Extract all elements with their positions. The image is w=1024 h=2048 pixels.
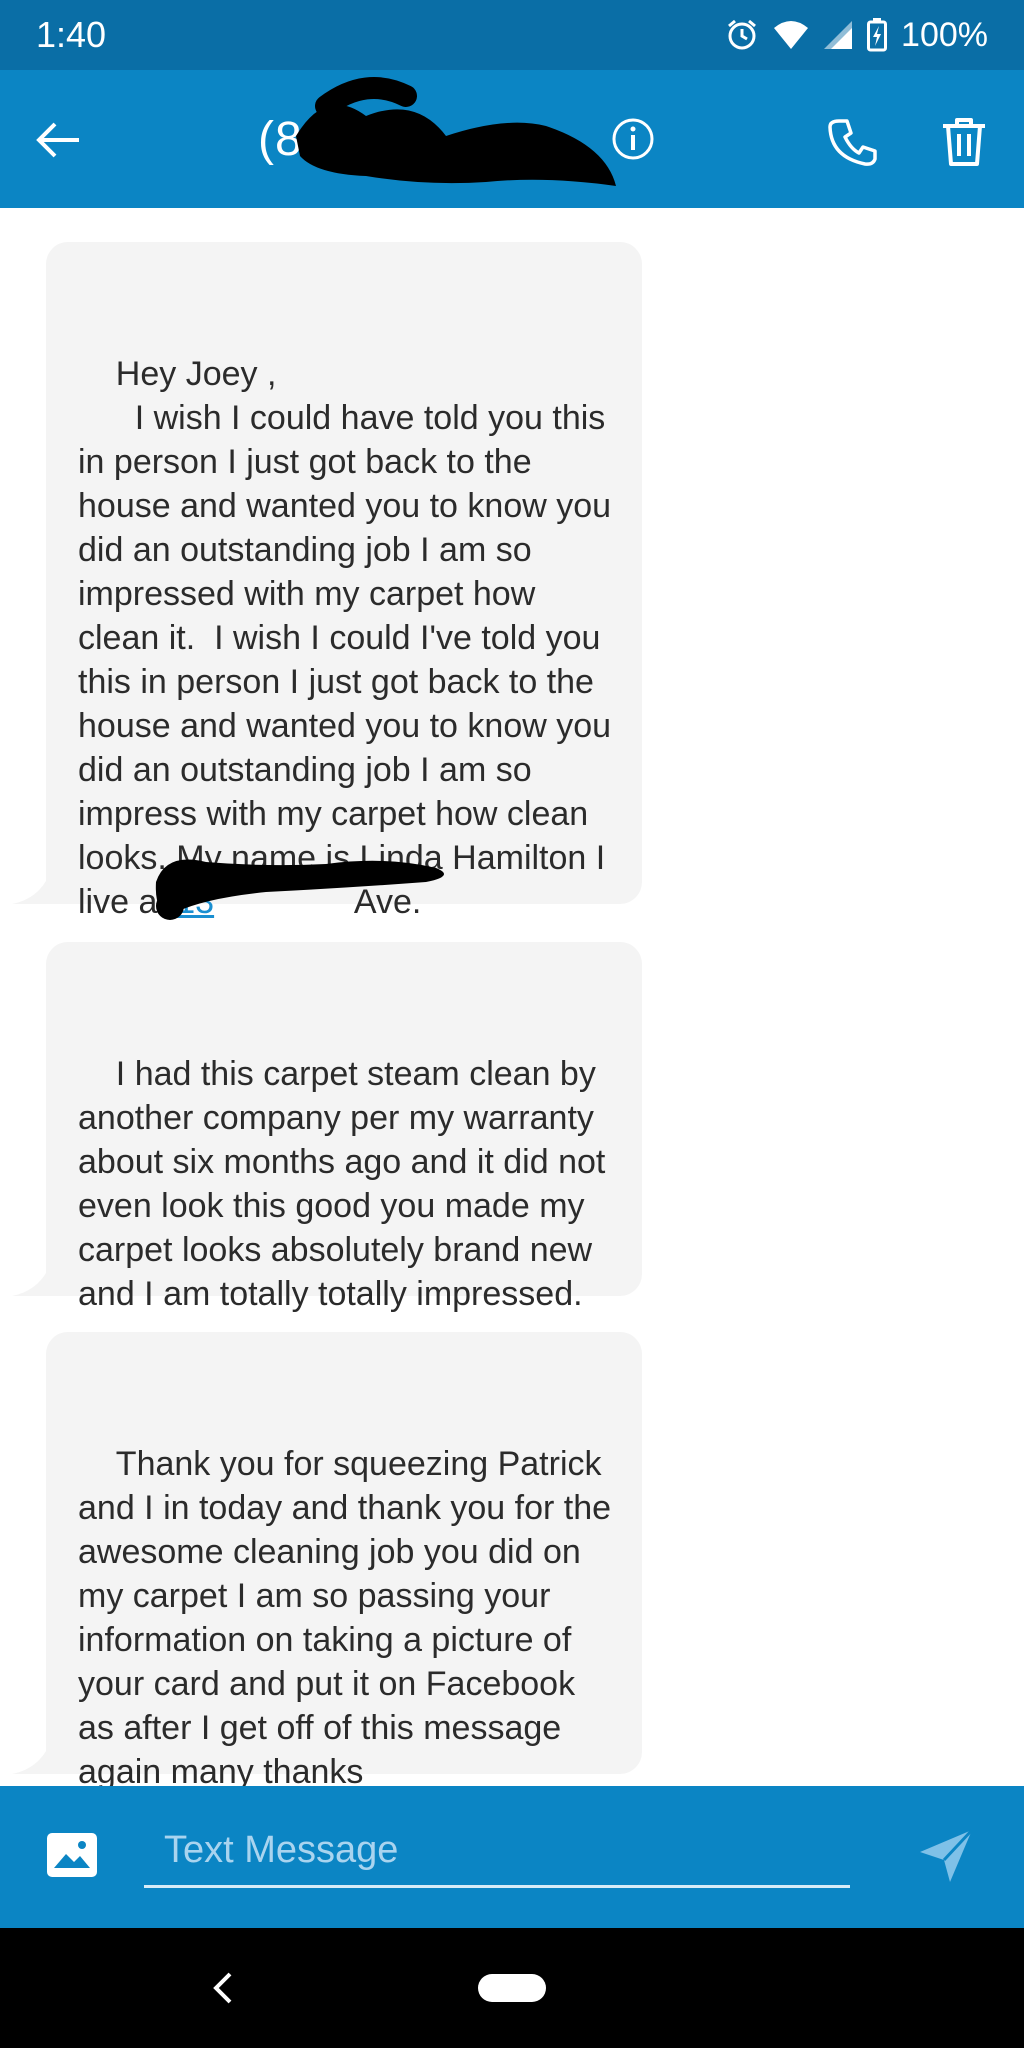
system-nav-bar [0,1928,1024,2048]
wifi-icon [773,20,809,50]
battery-percent: 100% [901,15,988,54]
signal-icon [823,20,853,50]
nav-home-pill[interactable] [478,1974,546,2002]
call-button[interactable] [820,110,884,174]
back-button[interactable] [28,110,88,170]
send-icon[interactable] [918,1828,974,1884]
bubble-tail [12,1738,72,1774]
message-text: I had this carpet steam clean by another… [78,1055,615,1313]
phone-icon [828,119,877,166]
redaction-scribble [296,77,616,186]
message-thread[interactable]: Hey Joey , I wish I could have told you … [0,208,1024,1786]
message-text: Hey Joey , I wish I could have told you … [78,355,612,921]
status-time: 1:40 [36,14,107,55]
bubble-tail [12,1260,72,1296]
message-text: Thank you for squeezing Patrick and I in… [78,1445,621,1786]
message-bubble[interactable]: Thank you for squeezing Patrick and I in… [12,1332,642,1786]
status-icons: 100% [725,16,988,55]
bubble-tail [12,868,72,904]
back-arrow-icon [36,122,79,158]
battery-charging-icon [867,18,888,52]
redaction-scribble [155,859,445,920]
delete-button[interactable] [932,110,996,174]
info-icon[interactable] [610,116,656,162]
message-composer [0,1786,1024,1928]
message-bubble[interactable]: I had this carpet steam clean by another… [12,942,642,1313]
message-bubble[interactable]: Hey Joey , I wish I could have told you … [12,242,642,921]
conversation-header: (8 2 [0,70,1024,208]
nav-back-icon[interactable] [208,1970,238,2006]
alarm-icon [725,18,759,52]
trash-icon [943,118,985,166]
message-input[interactable] [144,1816,850,1888]
image-icon[interactable] [46,1832,98,1878]
status-bar: 1:40 100% [0,0,1024,70]
